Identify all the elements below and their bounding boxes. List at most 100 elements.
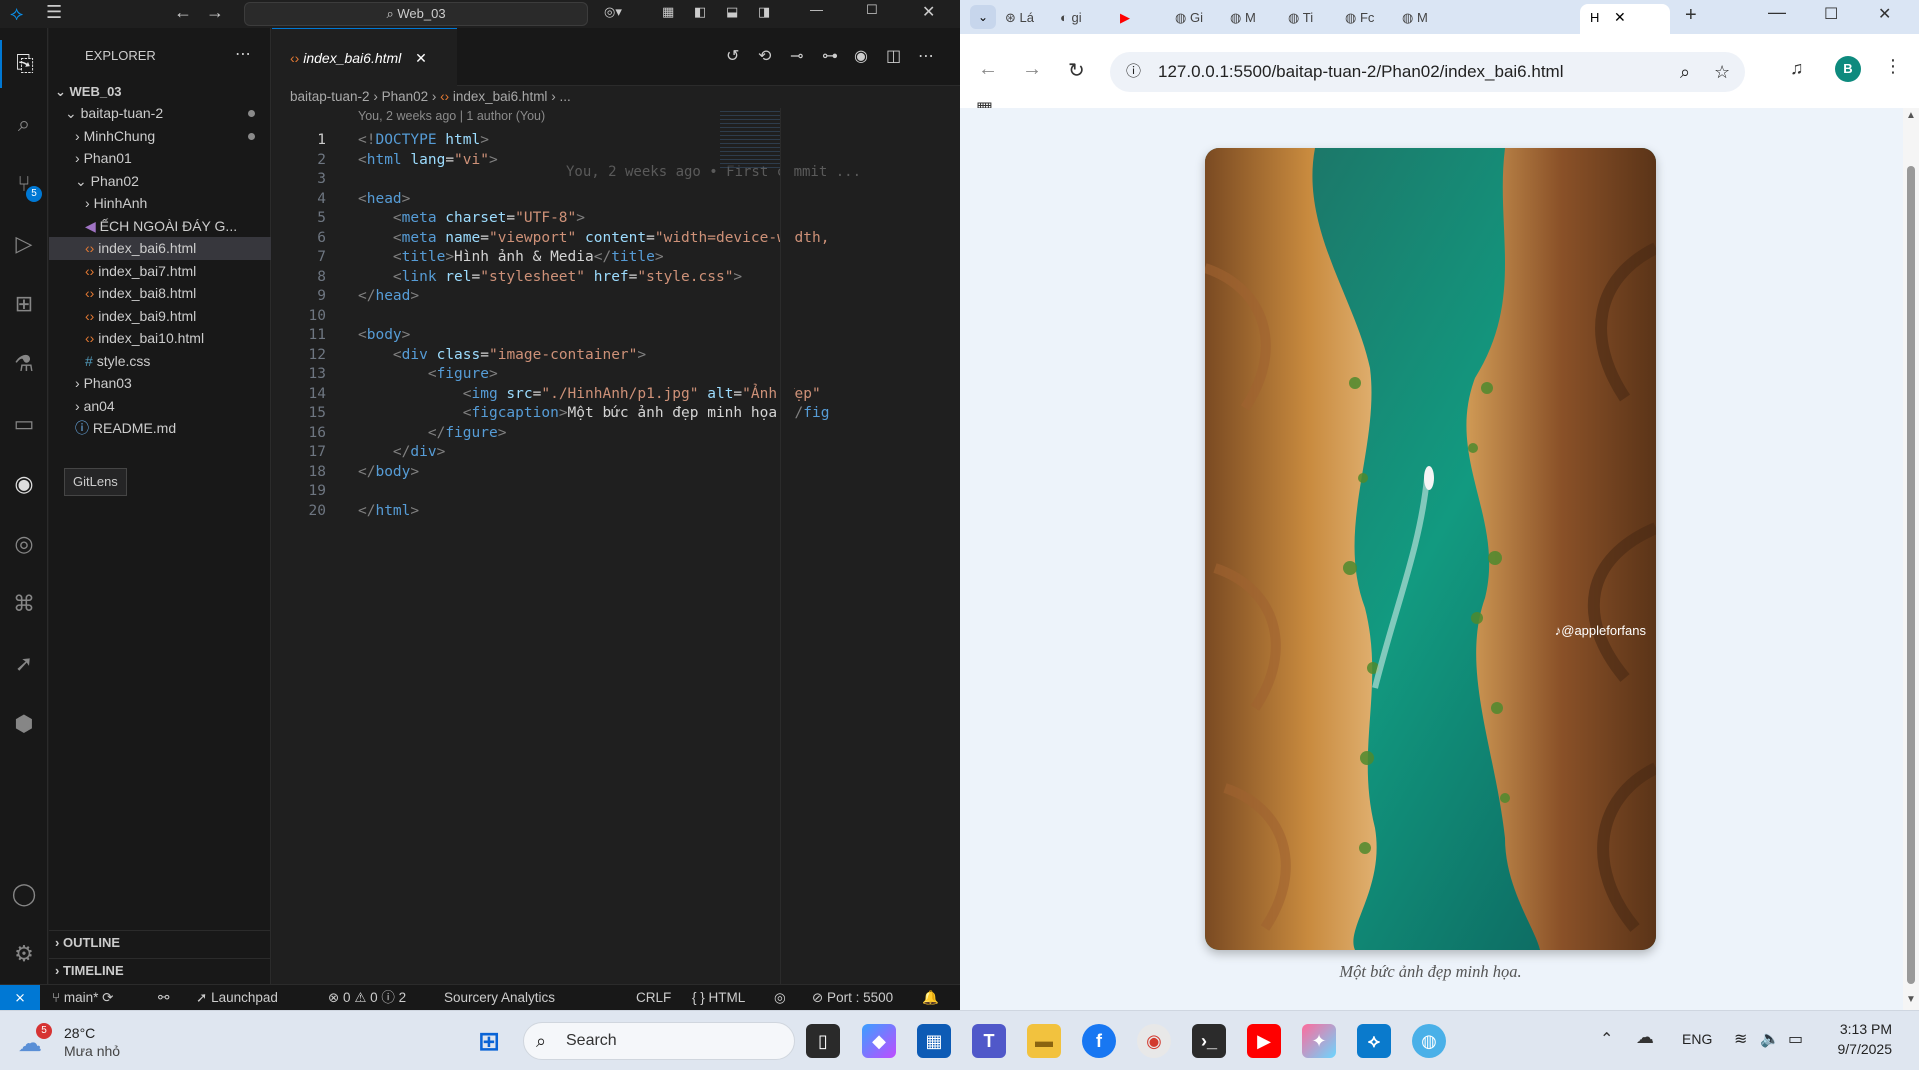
eol-status[interactable]: CRLF bbox=[636, 985, 671, 1011]
minimize-icon[interactable]: — bbox=[810, 2, 823, 17]
toggle-sidebar-icon[interactable]: ◧ bbox=[694, 4, 706, 20]
chrome-menu-icon[interactable]: ⋮ bbox=[1884, 56, 1902, 77]
tree-item[interactable]: ⓘ README.md bbox=[49, 417, 271, 440]
more-actions-icon[interactable]: ⋯ bbox=[235, 44, 251, 64]
scrollbar-thumb[interactable] bbox=[1907, 166, 1915, 984]
gitlens-status-icon[interactable]: ⚯ bbox=[158, 985, 169, 1011]
settings-gear-icon[interactable]: ⚙ bbox=[0, 930, 48, 978]
tree-item[interactable]: # style.css bbox=[49, 350, 271, 373]
editor-scrollbar[interactable] bbox=[780, 108, 794, 984]
testing-icon[interactable]: ⚗ bbox=[0, 340, 48, 388]
show-hidden-icons-chevron[interactable]: ⌃ bbox=[1600, 1029, 1613, 1049]
breadcrumb-item[interactable]: baitap-tuan-2 bbox=[290, 89, 370, 104]
copilot-app-icon[interactable]: ◆ bbox=[862, 1024, 896, 1058]
browser-tab[interactable]: ◍ Ti bbox=[1288, 4, 1313, 32]
zoom-icon[interactable]: ⌕ bbox=[1680, 52, 1690, 92]
terminal-icon[interactable]: ›_ bbox=[1192, 1024, 1226, 1058]
onedrive-cloud-icon[interactable]: ☁ bbox=[1636, 1027, 1654, 1048]
menu-icon[interactable]: ☰ bbox=[46, 2, 62, 23]
minimize-icon[interactable]: — bbox=[1768, 2, 1786, 23]
task-view-icon[interactable]: ▯ bbox=[806, 1024, 840, 1058]
explorer-icon[interactable]: ⎘ bbox=[0, 40, 48, 88]
tree-item[interactable]: ◀ ẾCH NGOÀI ĐÁY G... bbox=[49, 215, 271, 238]
windows-start-icon[interactable]: ⊞ bbox=[472, 1024, 506, 1058]
vscode-taskbar-icon[interactable]: ⟡ bbox=[1357, 1024, 1391, 1058]
forward-arrow-icon[interactable]: → bbox=[206, 2, 224, 23]
scroll-down-icon[interactable]: ▼ bbox=[1906, 994, 1916, 1005]
tree-item[interactable]: ‹› index_bai7.html bbox=[49, 260, 271, 283]
remote-indicator-button[interactable]: ⨯ bbox=[0, 985, 40, 1011]
breadcrumb-item[interactable]: Phan02 bbox=[382, 89, 429, 104]
facebook-icon[interactable]: f bbox=[1082, 1024, 1116, 1058]
maximize-icon[interactable]: ☐ bbox=[1824, 4, 1838, 24]
browser-tab[interactable]: ◍ Fc bbox=[1345, 4, 1374, 32]
launchpad-status[interactable]: ➚ Launchpad bbox=[196, 985, 278, 1011]
split-editor-icon[interactable]: ◫ bbox=[886, 46, 901, 66]
rocket-icon[interactable]: ➚ bbox=[0, 640, 48, 688]
python-icon[interactable]: ⌘ bbox=[0, 580, 48, 628]
teams-icon[interactable]: T bbox=[972, 1024, 1006, 1058]
file-explorer-icon[interactable]: ▬ bbox=[1027, 1024, 1061, 1058]
tab-index-bai6[interactable]: ‹› index_bai6.html ✕ bbox=[272, 28, 457, 86]
chrome-icon[interactable]: ◉ bbox=[1137, 1024, 1171, 1058]
tree-item[interactable]: › Phan03 bbox=[49, 372, 271, 395]
maximize-icon[interactable]: ☐ bbox=[866, 2, 878, 18]
branch-indicator[interactable]: ⑂ main* ⟳ bbox=[52, 985, 113, 1011]
live-server-port[interactable]: ⊘ Port : 5500 bbox=[812, 985, 893, 1011]
tab-search-chevron-icon[interactable]: ⌄ bbox=[970, 5, 996, 29]
problems-status[interactable]: ⊗ 0 ⚠ 0 ⓘ 2 bbox=[328, 985, 406, 1011]
browser-tab[interactable]: ◍ Gi bbox=[1175, 4, 1203, 32]
gitlens-inspect-icon[interactable]: ◎ bbox=[0, 520, 48, 568]
bookmark-star-icon[interactable]: ☆ bbox=[1714, 52, 1730, 92]
tree-item[interactable]: › an04 bbox=[49, 395, 271, 418]
new-tab-plus-icon[interactable]: + bbox=[1685, 4, 1697, 27]
colorful-app-icon[interactable]: ✦ bbox=[1302, 1024, 1336, 1058]
codelens-blame[interactable]: You, 2 weeks ago | 1 author (You) bbox=[358, 109, 545, 123]
accounts-icon[interactable]: ◯ bbox=[0, 870, 48, 918]
notifications-bell-icon[interactable]: 🔔 bbox=[922, 985, 939, 1011]
commit-icon[interactable]: ⊸ bbox=[790, 46, 803, 66]
tree-item[interactable]: ‹› index_bai8.html bbox=[49, 282, 271, 305]
gitlens-action-icon[interactable]: ◉ bbox=[854, 46, 868, 66]
page-scrollbar[interactable]: ▲ ▼ bbox=[1903, 108, 1919, 1010]
sourcery-status[interactable]: Sourcery Analytics bbox=[444, 985, 555, 1011]
minimap[interactable] bbox=[720, 108, 780, 168]
tree-item[interactable]: ‹› index_bai6.html bbox=[49, 237, 271, 260]
weather-widget[interactable]: ☁ 5 28°C Mưa nhỏ bbox=[18, 1023, 168, 1063]
browser-tab[interactable]: ◍ M bbox=[1230, 4, 1256, 32]
volume-icon[interactable]: 🔈 bbox=[1760, 1029, 1780, 1049]
forward-arrow-icon[interactable]: → bbox=[1022, 58, 1042, 81]
breadcrumb-item[interactable]: index_bai6.html bbox=[453, 89, 548, 104]
address-bar[interactable]: ⓘ 127.0.0.1:5500/baitap-tuan-2/Phan02/in… bbox=[1110, 52, 1745, 92]
close-icon[interactable]: ✕ bbox=[922, 2, 935, 22]
youtube-icon[interactable]: ▶ bbox=[1247, 1024, 1281, 1058]
tree-item[interactable]: ‹› index_bai10.html bbox=[49, 327, 271, 350]
breadcrumb-item[interactable]: ... bbox=[559, 89, 570, 104]
profile-avatar[interactable]: B bbox=[1835, 56, 1861, 82]
toggle-secondary-sidebar-icon[interactable]: ◨ bbox=[758, 4, 770, 20]
timeline-section[interactable]: › TIMELINE bbox=[49, 958, 271, 981]
browser-tab[interactable]: ◍ M bbox=[1402, 4, 1428, 32]
media-control-icon[interactable]: ♫ bbox=[1790, 58, 1804, 79]
tree-item[interactable]: ⌄ baitap-tuan-2 bbox=[49, 102, 271, 125]
scroll-up-icon[interactable]: ▲ bbox=[1906, 110, 1916, 121]
copilot-status-icon[interactable]: ◎ bbox=[774, 985, 786, 1011]
tree-item[interactable]: ‹› index_bai9.html bbox=[49, 305, 271, 328]
tree-item[interactable]: › Phan01 bbox=[49, 147, 271, 170]
search-icon[interactable]: ⌕ bbox=[0, 100, 48, 148]
run-debug-icon[interactable]: ▷ bbox=[0, 220, 48, 268]
back-arrow-icon[interactable]: ← bbox=[174, 2, 192, 23]
language-indicator[interactable]: ENG bbox=[1682, 1031, 1712, 1047]
next-change-icon[interactable]: ⊶ bbox=[822, 46, 838, 66]
clock-time[interactable]: 3:13 PM bbox=[1836, 1021, 1892, 1037]
hexagon-extension-icon[interactable]: ⬢ bbox=[0, 700, 48, 748]
active-tab[interactable]: H ✕ bbox=[1580, 4, 1670, 34]
workspace-root[interactable]: ⌄ WEB_03 bbox=[49, 80, 271, 103]
wifi-icon[interactable]: ≋ bbox=[1734, 1029, 1747, 1049]
microsoft-store-icon[interactable]: ▦ bbox=[917, 1024, 951, 1058]
tree-item[interactable]: › MinhChung bbox=[49, 125, 271, 148]
battery-icon[interactable]: ▭ bbox=[1788, 1029, 1803, 1049]
browser-tab[interactable]: ◐ gi bbox=[1060, 4, 1082, 32]
remote-explorer-icon[interactable]: ▭ bbox=[0, 400, 48, 448]
gitlens-icon[interactable]: ◉ bbox=[0, 460, 48, 508]
